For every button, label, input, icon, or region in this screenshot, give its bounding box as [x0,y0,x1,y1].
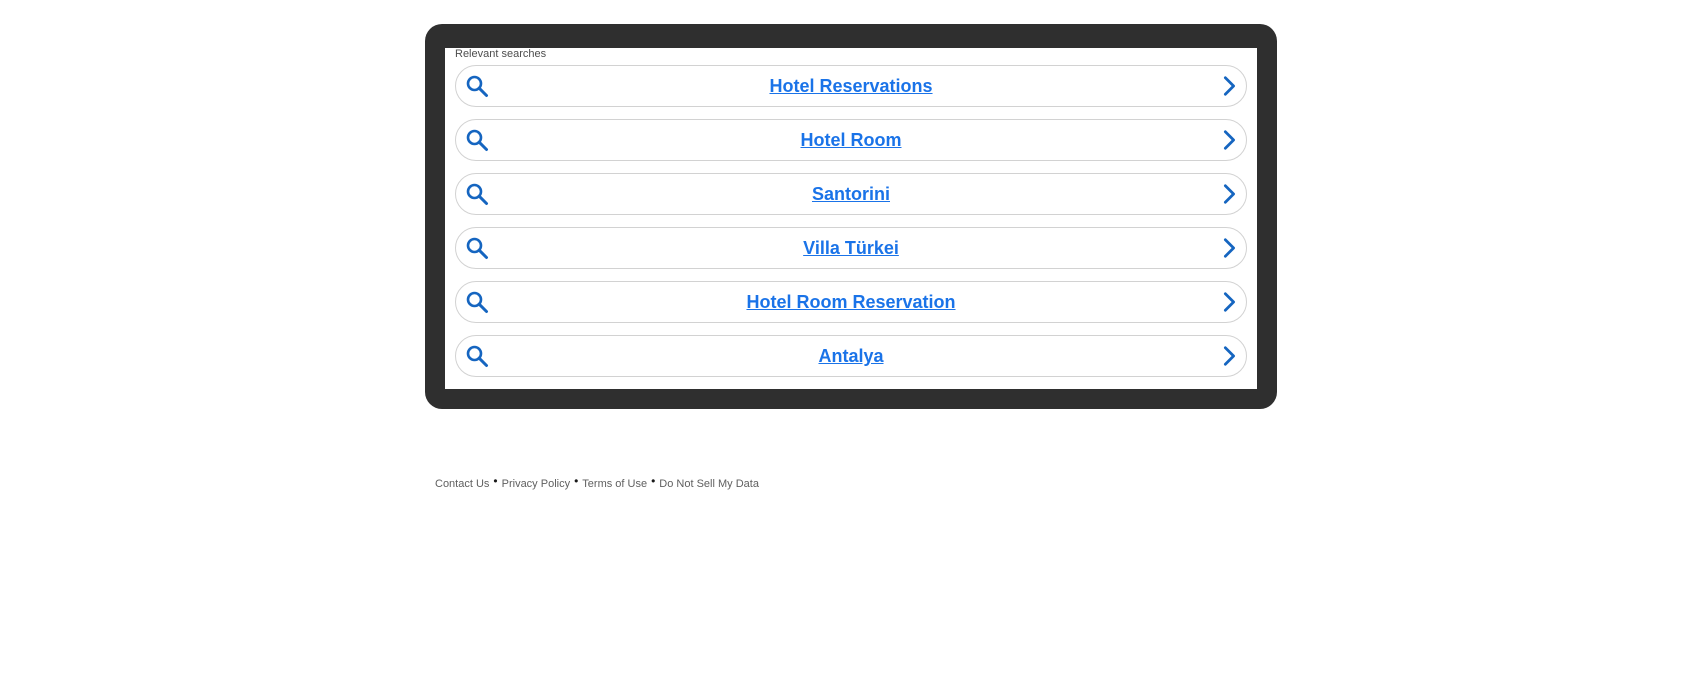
footer-separator: • [574,474,579,488]
result-label[interactable]: Santorini [496,174,1206,214]
chevron-right-icon [1223,184,1235,204]
search-icon [466,129,488,151]
chevron-right-icon [1223,346,1235,366]
result-label[interactable]: Hotel Room [496,120,1206,160]
footer-separator: • [651,474,656,488]
result-label[interactable]: Hotel Reservations [496,66,1206,106]
footer-link-privacy-policy[interactable]: Privacy Policy [502,478,570,490]
chevron-right-icon [1223,76,1235,96]
page: Relevant searches Hotel Reservations Hot… [0,0,1701,683]
result-item[interactable]: Hotel Room [455,119,1247,161]
results-list: Hotel Reservations Hotel Room Santorini … [455,65,1247,389]
panel-label: Relevant searches [455,48,547,60]
chevron-right-icon [1223,292,1235,312]
footer-link-terms-of-use[interactable]: Terms of Use [582,478,647,490]
search-icon [466,75,488,97]
search-icon [466,183,488,205]
result-item[interactable]: Hotel Room Reservation [455,281,1247,323]
chevron-right-icon [1223,238,1235,258]
result-item[interactable]: Santorini [455,173,1247,215]
footer-link-contact-us[interactable]: Contact Us [435,478,489,490]
search-icon [466,237,488,259]
footer-separator: • [493,474,498,488]
related-searches-frame: Relevant searches Hotel Reservations Hot… [425,24,1277,409]
search-icon [466,345,488,367]
footer-links: Contact Us • Privacy Policy • Terms of Use • D… [435,474,759,492]
result-label[interactable]: Villa Türkei [496,228,1206,268]
result-item[interactable]: Antalya [455,335,1247,377]
result-label[interactable]: Hotel Room Reservation [496,282,1206,322]
result-label[interactable]: Antalya [496,336,1206,376]
chevron-right-icon [1223,130,1235,150]
result-item[interactable]: Villa Türkei [455,227,1247,269]
footer-link-do-not-sell[interactable]: Do Not Sell My Data [659,478,759,490]
related-searches-panel: Relevant searches Hotel Reservations Hot… [445,48,1257,389]
search-icon [466,291,488,313]
result-item[interactable]: Hotel Reservations [455,65,1247,107]
